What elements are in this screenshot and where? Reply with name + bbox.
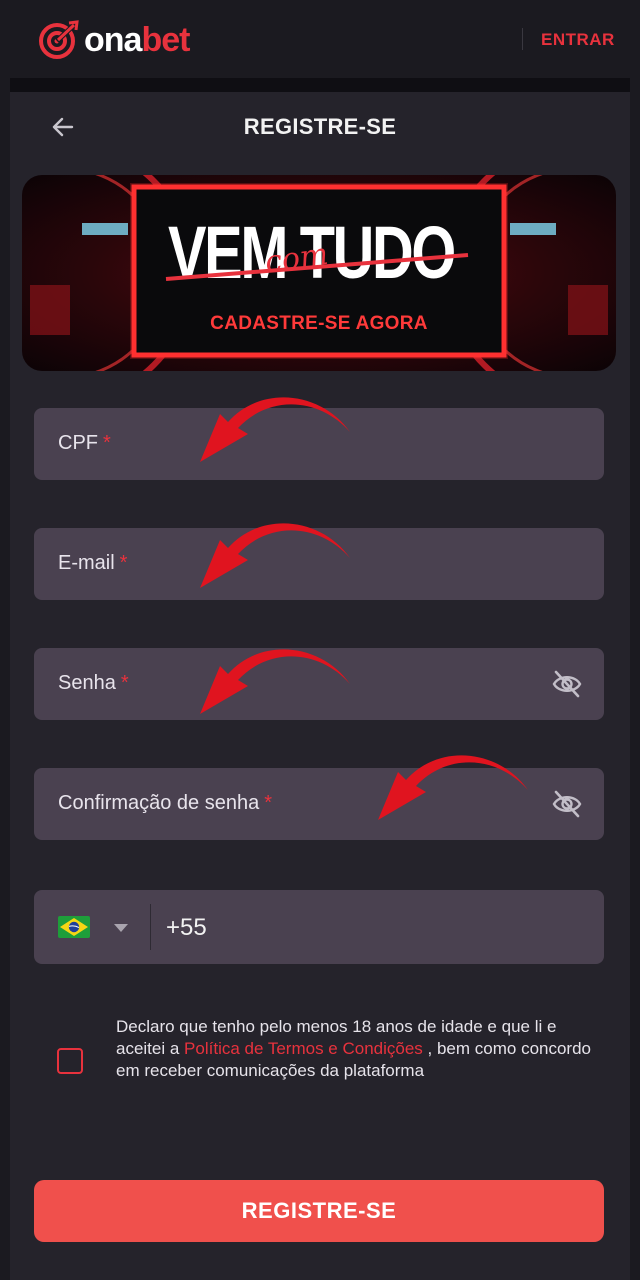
terms-link[interactable]: Política de Termos e Condições xyxy=(184,1039,423,1058)
confirm-password-label-text: Confirmação de senha xyxy=(58,792,260,814)
page-title: REGISTRE-SE xyxy=(243,114,397,139)
header-divider xyxy=(522,28,523,50)
password-label: Senha * xyxy=(58,672,129,695)
cpf-label-text: CPF xyxy=(58,432,98,454)
header-shadow-strip xyxy=(10,78,630,92)
terms-checkbox[interactable] xyxy=(57,1048,83,1074)
phone-field[interactable]: +55 xyxy=(34,890,604,964)
phone-divider xyxy=(150,904,151,950)
required-marker: * xyxy=(119,552,128,574)
eye-slash-icon[interactable] xyxy=(552,790,582,818)
email-label: E-mail * xyxy=(58,552,127,575)
banner-subline: CADASTRE-SE AGORA xyxy=(210,313,428,334)
banner-strike-line xyxy=(165,253,469,281)
register-button[interactable]: REGISTRE-SE xyxy=(34,1180,604,1242)
caret-down-icon[interactable] xyxy=(114,924,128,932)
phone-input[interactable]: +55 xyxy=(166,914,207,942)
onabet-logo[interactable]: onabet xyxy=(38,20,218,60)
eye-slash-icon[interactable] xyxy=(552,670,582,698)
promo-banner[interactable]: VEM TUDO com CADASTRE-SE AGORA xyxy=(22,175,616,371)
logo-part-ona: ona xyxy=(84,21,142,59)
cpf-label: CPF * xyxy=(58,432,111,455)
cpf-field[interactable]: CPF * xyxy=(34,408,604,480)
required-marker: * xyxy=(264,792,273,814)
password-field[interactable]: Senha * xyxy=(34,648,604,720)
target-logo-icon xyxy=(39,20,79,59)
confirm-password-field[interactable]: Confirmação de senha * xyxy=(34,768,604,840)
brazil-flag-icon xyxy=(58,916,90,938)
logo-part-bet: bet xyxy=(141,21,190,59)
login-link[interactable]: ENTRAR xyxy=(541,30,615,50)
email-field[interactable]: E-mail * xyxy=(34,528,604,600)
password-label-text: Senha xyxy=(58,672,116,694)
top-bar: onabet ENTRAR xyxy=(0,0,640,78)
terms-text: Declaro que tenho pelo menos 18 anos de … xyxy=(116,1016,604,1082)
required-marker: * xyxy=(103,432,111,454)
email-label-text: E-mail xyxy=(58,552,115,574)
confirm-password-label: Confirmação de senha * xyxy=(58,792,272,815)
logo-wordmark: onabet xyxy=(84,20,190,60)
required-marker: * xyxy=(120,672,129,694)
